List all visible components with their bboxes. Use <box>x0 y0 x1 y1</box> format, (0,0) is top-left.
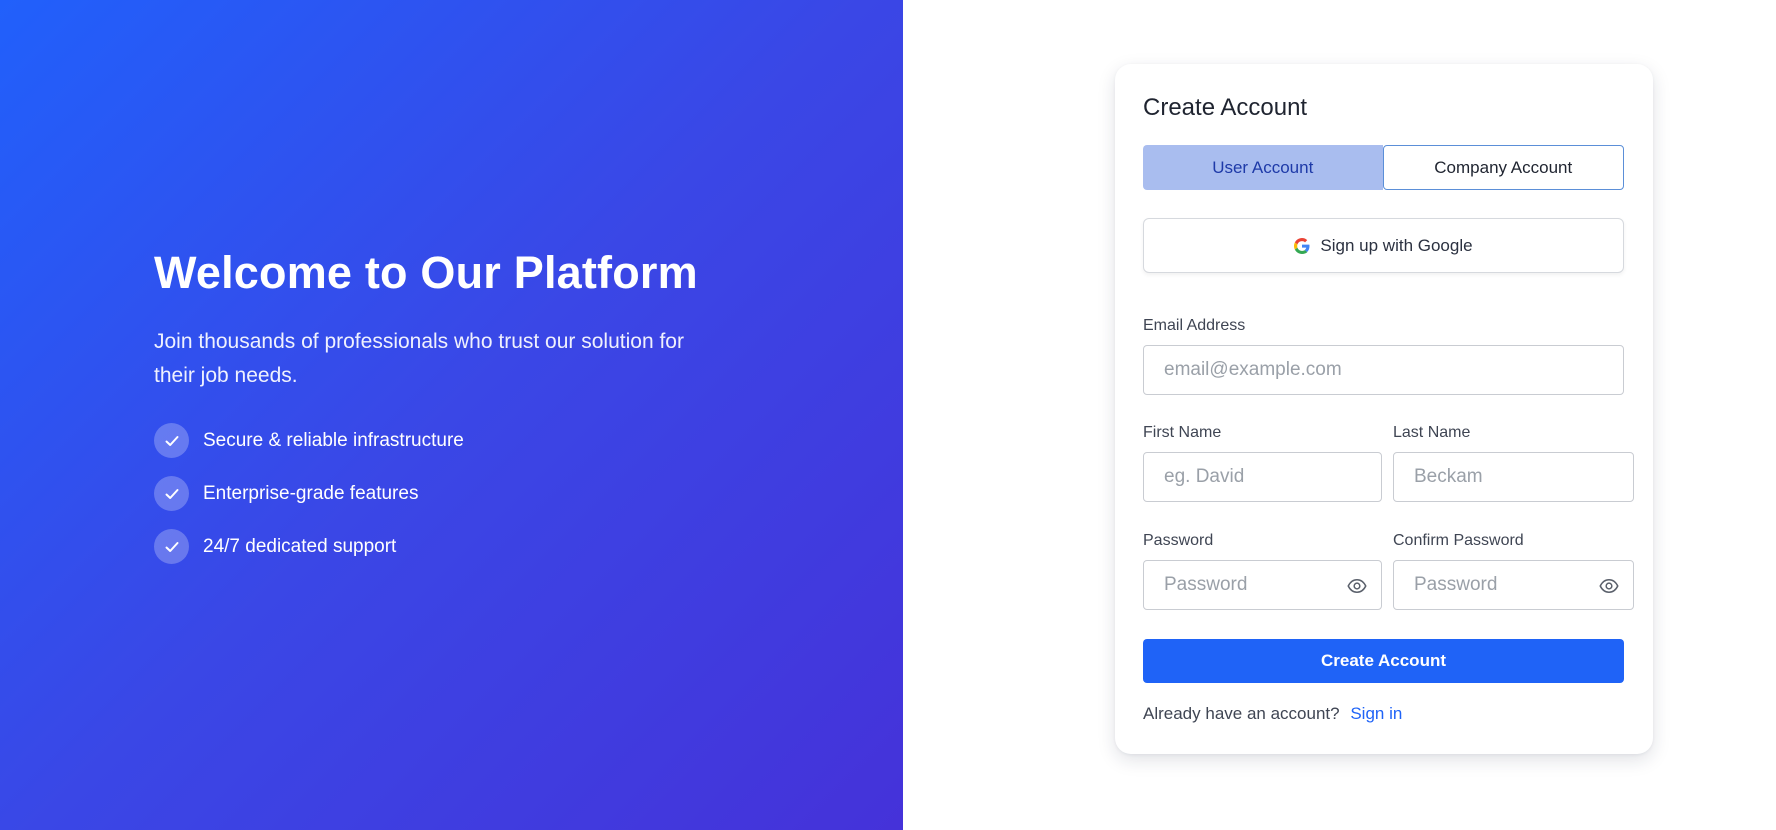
form-panel: Create Account User Account Company Acco… <box>903 0 1776 830</box>
account-type-tabs: User Account Company Account <box>1143 145 1624 190</box>
feature-label: Secure & reliable infrastructure <box>203 429 464 451</box>
feature-label: 24/7 dedicated support <box>203 535 397 557</box>
signin-row: Already have an account? Sign in <box>1143 704 1402 724</box>
last-name-field-wrapper <box>1393 452 1634 502</box>
check-icon <box>154 476 189 511</box>
password-label: Password <box>1143 532 1214 549</box>
first-name-input[interactable] <box>1164 453 1381 501</box>
password-input[interactable] <box>1164 561 1337 609</box>
hero-title: Welcome to Our Platform <box>154 247 698 298</box>
confirm-password-label: Confirm Password <box>1393 532 1524 549</box>
email-field-wrapper <box>1143 345 1624 395</box>
hero-subtitle: Join thousands of professionals who trus… <box>154 330 684 387</box>
tab-company-account[interactable]: Company Account <box>1382 145 1624 190</box>
google-signup-button[interactable]: Sign up with Google <box>1143 218 1624 273</box>
card-title: Create Account <box>1143 94 1308 121</box>
eye-icon[interactable] <box>1347 576 1367 596</box>
signup-card: Create Account User Account Company Acco… <box>1115 64 1653 754</box>
feature-item: Enterprise-grade features <box>154 476 714 511</box>
feature-item: 24/7 dedicated support <box>154 529 714 564</box>
signup-page: Welcome to Our Platform Join thousands o… <box>0 0 1776 830</box>
google-icon <box>1294 237 1310 254</box>
tab-user-account[interactable]: User Account <box>1143 145 1383 190</box>
confirm-password-input[interactable] <box>1414 561 1589 609</box>
last-name-label: Last Name <box>1393 424 1471 441</box>
create-account-button[interactable]: Create Account <box>1143 639 1624 683</box>
feature-item: Secure & reliable infrastructure <box>154 423 714 458</box>
feature-list: Secure & reliable infrastructure Enterpr… <box>154 423 714 564</box>
email-input[interactable] <box>1164 346 1623 394</box>
first-name-label: First Name <box>1143 424 1222 441</box>
google-signup-label: Sign up with Google <box>1320 235 1473 255</box>
hero-content: Welcome to Our Platform Join thousands o… <box>154 245 714 582</box>
signin-link[interactable]: Sign in <box>1350 704 1402 723</box>
eye-icon[interactable] <box>1599 576 1619 596</box>
check-icon <box>154 529 189 564</box>
last-name-input[interactable] <box>1414 453 1633 501</box>
confirm-password-field-wrapper <box>1393 560 1634 610</box>
password-field-wrapper <box>1143 560 1382 610</box>
feature-label: Enterprise-grade features <box>203 482 419 504</box>
hero-panel: Welcome to Our Platform Join thousands o… <box>0 0 903 830</box>
signin-prompt: Already have an account? <box>1143 704 1340 723</box>
check-icon <box>154 423 189 458</box>
first-name-field-wrapper <box>1143 452 1382 502</box>
email-label: Email Address <box>1143 317 1246 334</box>
